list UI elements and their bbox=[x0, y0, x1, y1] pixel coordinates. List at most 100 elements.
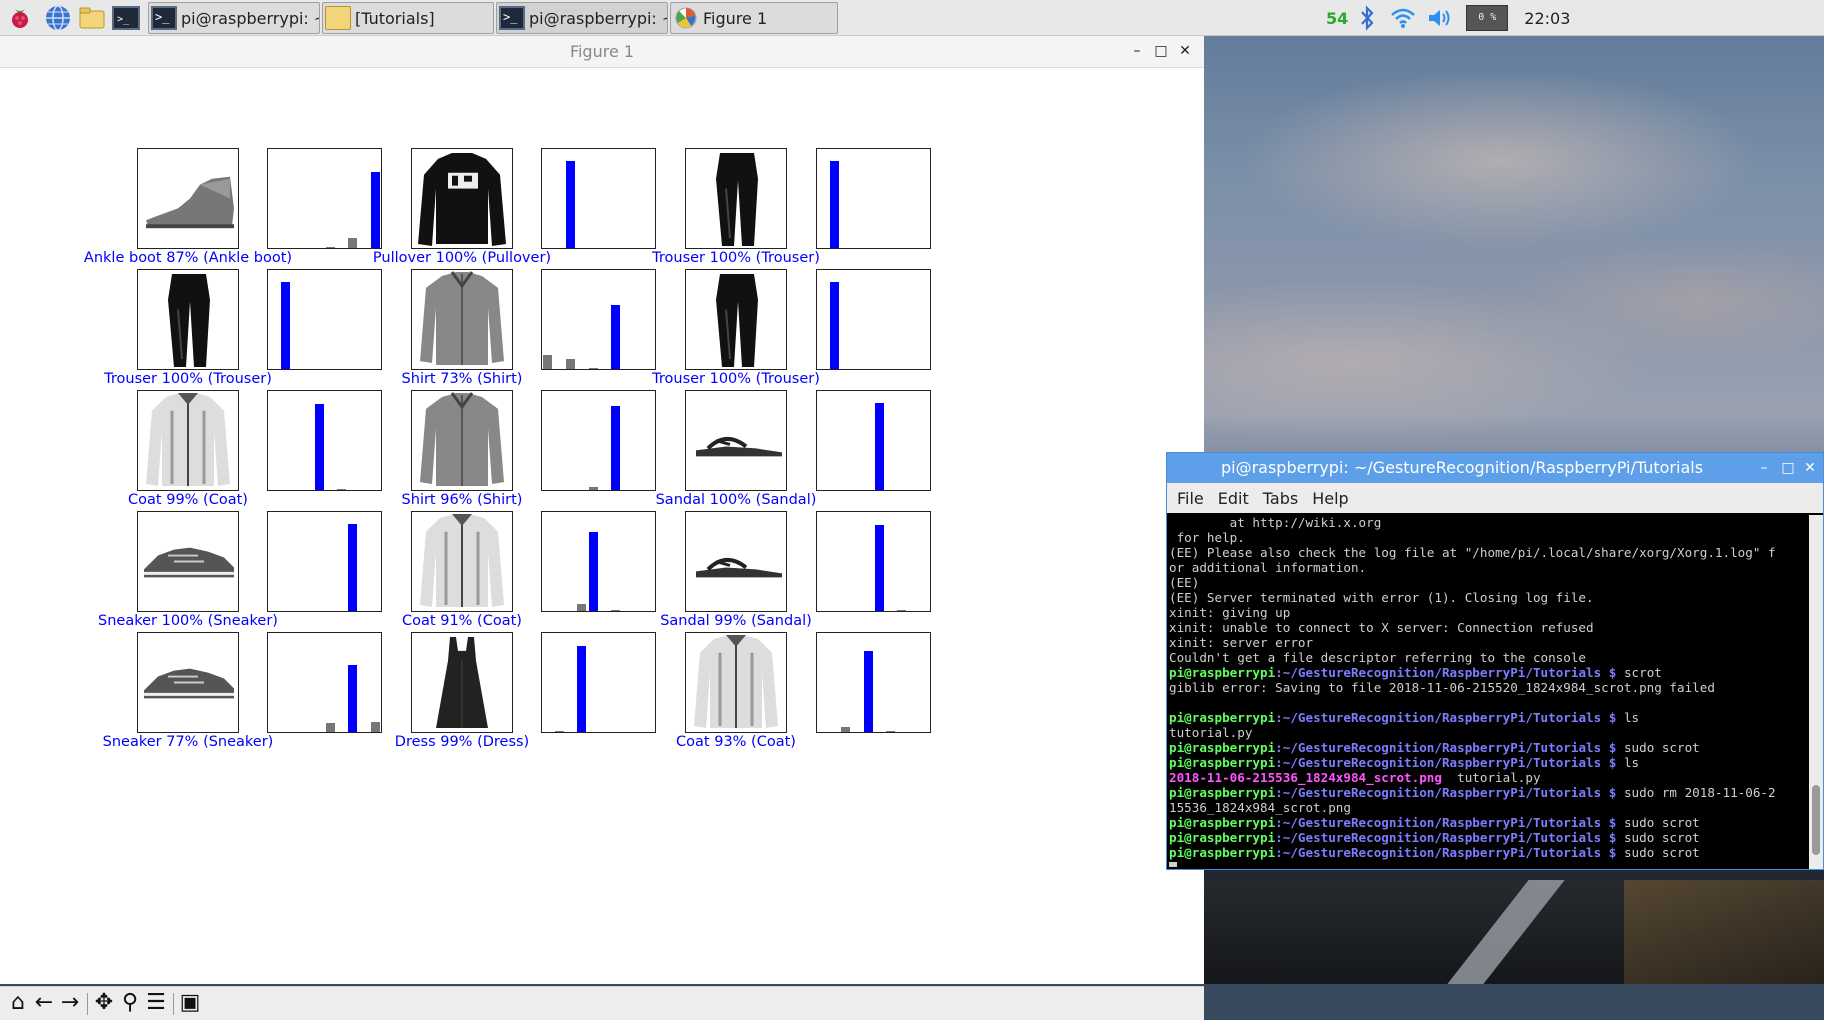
prediction-image-ankle-boot bbox=[137, 148, 239, 249]
probability-bar-chart bbox=[541, 511, 656, 612]
probability-bar-chart bbox=[541, 632, 656, 733]
terminal-close-button[interactable]: ✕ bbox=[1799, 457, 1821, 479]
figure-window: Figure 1 – □ ✕ Ankle boot 87% (Ankle boo… bbox=[0, 36, 1204, 1020]
bluetooth-icon[interactable] bbox=[1358, 5, 1376, 31]
prediction-image-dress bbox=[411, 632, 513, 733]
probability-bar bbox=[830, 282, 839, 369]
maximize-button[interactable]: □ bbox=[1150, 40, 1172, 62]
image-file-name: 2018-11-06-215536_1824x984_scrot.png bbox=[1169, 770, 1442, 785]
terminal-output-line: (EE) bbox=[1169, 575, 1200, 590]
probability-bar-chart bbox=[541, 390, 656, 491]
minimize-button[interactable]: – bbox=[1126, 40, 1148, 62]
terminal-command-line: pi@raspberrypi:~/GestureRecognition/Rasp… bbox=[1169, 785, 1805, 800]
figure-titlebar[interactable]: Figure 1 – □ ✕ bbox=[0, 36, 1204, 68]
forward-arrow-icon[interactable]: → bbox=[56, 989, 84, 1017]
prediction-caption: Shirt 73% (Shirt) bbox=[401, 371, 523, 387]
close-button[interactable]: ✕ bbox=[1174, 40, 1196, 62]
taskbar-task-terminal-2[interactable]: >_ pi@raspberrypi: ~/Ge... bbox=[496, 2, 668, 34]
prompt-path: :~/GestureRecognition/RaspberryPi/Tutori… bbox=[1275, 785, 1617, 800]
prediction-caption: Pullover 100% (Pullover) bbox=[372, 250, 552, 266]
terminal-output-line: giblib error: Saving to file 2018-11-06-… bbox=[1169, 680, 1715, 695]
prediction-caption: Coat 93% (Coat) bbox=[676, 734, 796, 750]
prediction-image-trouser bbox=[685, 269, 787, 370]
terminal-cursor-line bbox=[1169, 860, 1805, 867]
cpu-usage-value: 0 % bbox=[1478, 12, 1497, 23]
probability-bar bbox=[348, 238, 357, 248]
terminal-command-line: pi@raspberrypi:~/GestureRecognition/Rasp… bbox=[1169, 710, 1805, 725]
menu-file[interactable]: File bbox=[1177, 489, 1204, 508]
menu-help[interactable]: Help bbox=[1312, 489, 1348, 508]
terminal-output-line: (EE) Server terminated with error (1). C… bbox=[1169, 590, 1594, 605]
taskbar-task-tutorials-folder[interactable]: [Tutorials] bbox=[322, 2, 494, 34]
prediction-image-trouser bbox=[137, 269, 239, 370]
probability-bar bbox=[566, 161, 575, 248]
probability-bar bbox=[281, 282, 290, 369]
probability-bar bbox=[566, 359, 575, 369]
web-browser-icon[interactable] bbox=[44, 4, 72, 32]
terminal-launcher-icon[interactable]: >_ bbox=[112, 4, 140, 32]
pan-icon[interactable]: ✥ bbox=[90, 989, 118, 1017]
configure-subplots-icon[interactable]: ☰ bbox=[142, 989, 170, 1017]
prediction-caption: Trouser 100% (Trouser) bbox=[652, 250, 820, 266]
home-icon[interactable]: ⌂ bbox=[4, 989, 32, 1017]
prompt-user: pi@raspberrypi bbox=[1169, 830, 1276, 845]
prediction-caption: Sneaker 77% (Sneaker) bbox=[102, 734, 274, 750]
prompt-path: :~/GestureRecognition/RaspberryPi/Tutori… bbox=[1275, 845, 1617, 860]
zoom-icon[interactable]: ⚲ bbox=[116, 989, 144, 1017]
probability-bar bbox=[371, 722, 380, 732]
prompt-path: :~/GestureRecognition/RaspberryPi/Tutori… bbox=[1275, 755, 1617, 770]
probability-bar-chart bbox=[816, 390, 931, 491]
terminal-maximize-button[interactable]: □ bbox=[1777, 457, 1799, 479]
prediction-image-sandal bbox=[685, 511, 787, 612]
prediction-caption: Dress 99% (Dress) bbox=[394, 734, 530, 750]
figure-canvas[interactable]: Ankle boot 87% (Ankle boot) Pullover 100%… bbox=[0, 68, 1204, 984]
terminal-output-line: tutorial.py bbox=[1169, 725, 1253, 740]
command-text: sudo scrot bbox=[1616, 845, 1700, 860]
probability-bar-chart bbox=[816, 511, 931, 612]
terminal-output[interactable]: at http://wiki.x.org for help. (EE) Pleas… bbox=[1169, 515, 1805, 867]
terminal-output-line: at http://wiki.x.org bbox=[1169, 515, 1382, 530]
prediction-image-shirt bbox=[411, 390, 513, 491]
terminal-scrollbar[interactable] bbox=[1809, 515, 1823, 869]
task-label: [Tutorials] bbox=[355, 8, 435, 28]
terminal-output-line: (EE) Please also check the log file at "… bbox=[1169, 545, 1776, 560]
taskbar-task-terminal-1[interactable]: >_ pi@raspberrypi: ~/Ge... bbox=[148, 2, 320, 34]
taskbar-task-figure-1[interactable]: Figure 1 bbox=[670, 2, 838, 34]
menu-tabs[interactable]: Tabs bbox=[1263, 489, 1298, 508]
probability-bar bbox=[577, 646, 586, 732]
probability-bar bbox=[326, 247, 335, 248]
terminal-minimize-button[interactable]: – bbox=[1753, 457, 1775, 479]
task-label: Figure 1 bbox=[703, 8, 768, 28]
volume-icon[interactable] bbox=[1426, 7, 1452, 29]
probability-bar-chart bbox=[816, 269, 931, 370]
wifi-icon[interactable] bbox=[1390, 7, 1416, 29]
scrollbar-thumb[interactable] bbox=[1812, 785, 1820, 855]
terminal-command-line: pi@raspberrypi:~/GestureRecognition/Rasp… bbox=[1169, 845, 1805, 860]
clock[interactable]: 22:03 bbox=[1524, 9, 1570, 28]
probability-bar bbox=[348, 524, 357, 611]
back-arrow-icon[interactable]: ← bbox=[30, 989, 58, 1017]
save-icon[interactable]: ▣ bbox=[176, 989, 204, 1017]
terminal-window: pi@raspberrypi: ~/GestureRecognition/Ras… bbox=[1166, 452, 1824, 870]
probability-bar bbox=[897, 610, 906, 611]
probability-bar bbox=[543, 355, 552, 369]
terminal-titlebar[interactable]: pi@raspberrypi: ~/GestureRecognition/Ras… bbox=[1167, 453, 1823, 483]
terminal-icon: >_ bbox=[151, 6, 177, 30]
text-cursor bbox=[1169, 862, 1177, 867]
probability-bar bbox=[875, 525, 884, 611]
menu-edit[interactable]: Edit bbox=[1218, 489, 1249, 508]
prediction-caption: Sandal 100% (Sandal) bbox=[655, 492, 817, 508]
probability-bar bbox=[886, 731, 895, 732]
probability-bar-chart bbox=[541, 269, 656, 370]
probability-bar bbox=[348, 665, 357, 732]
file-manager-icon[interactable] bbox=[78, 4, 106, 32]
prediction-caption: Ankle boot 87% (Ankle boot) bbox=[83, 250, 293, 266]
prompt-path: :~/GestureRecognition/RaspberryPi/Tutori… bbox=[1275, 830, 1617, 845]
raspberry-menu-icon[interactable] bbox=[6, 4, 34, 32]
probability-bar-chart bbox=[267, 269, 382, 370]
file-name: tutorial.py bbox=[1441, 770, 1541, 785]
prediction-caption: Shirt 96% (Shirt) bbox=[401, 492, 523, 508]
cpu-usage-monitor[interactable]: 0 % bbox=[1466, 5, 1509, 31]
prediction-image-coat bbox=[137, 390, 239, 491]
prediction-image-trouser bbox=[685, 148, 787, 249]
